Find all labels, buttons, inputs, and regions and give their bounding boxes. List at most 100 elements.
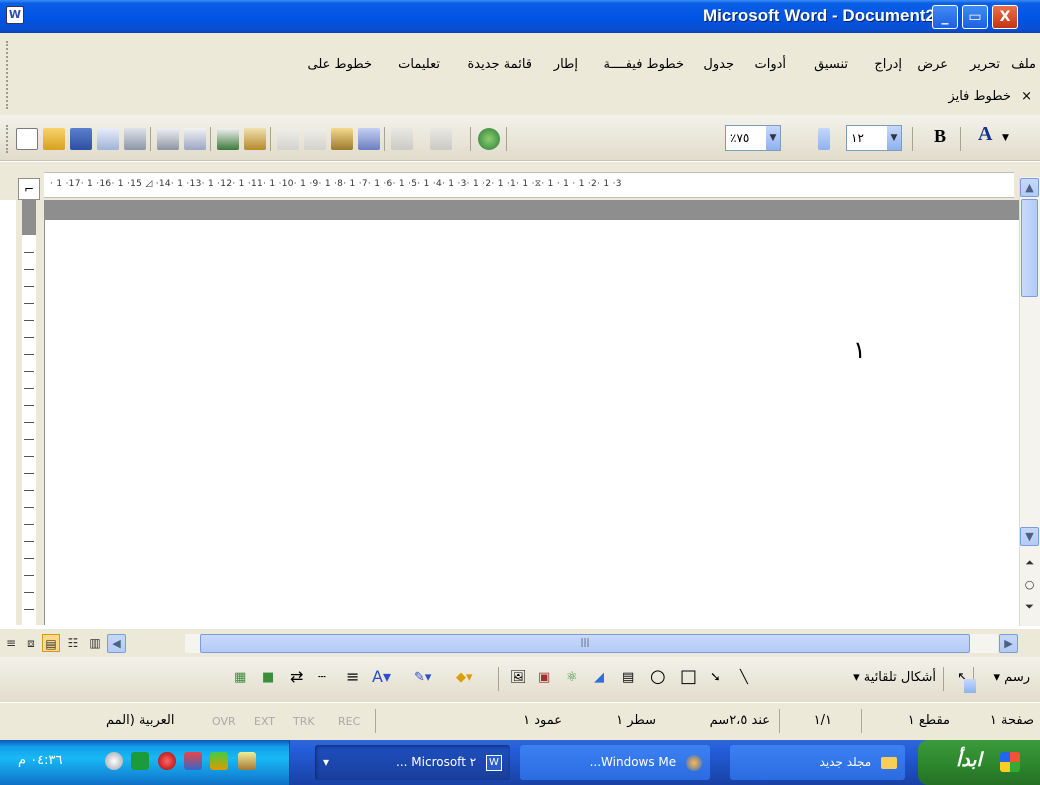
word-app-icon[interactable]: W [6,6,24,24]
fill-color-icon[interactable]: ◆▾ [456,670,473,685]
spelling-icon[interactable] [217,128,239,150]
scroll-right-icon[interactable]: ▶ [999,634,1018,653]
menu-view[interactable]: عرض [917,57,948,72]
menu-fayez-fonts[interactable]: خطوط فايز [948,89,1011,104]
shadow-style-icon[interactable]: ■ [262,670,274,685]
menu-help[interactable]: تعليمات [398,57,440,72]
email-icon[interactable] [124,128,146,150]
undo-icon[interactable] [391,128,413,150]
menu-frame[interactable]: إطار [554,57,578,72]
dash-style-icon[interactable]: ┄ [318,670,326,685]
draw-font-color-icon[interactable]: A▾ [372,667,391,686]
3d-style-icon[interactable]: ▦ [234,670,246,685]
horizontal-scroll-thumb[interactable]: ||| [200,634,970,653]
task-label: مجلد جديد [819,755,872,769]
line-style-icon[interactable]: ≡ [346,667,359,686]
clock[interactable]: ٠٤:٣٦ م [18,753,63,768]
web-layout-view-icon[interactable]: ⧈ [22,634,40,652]
rectangle-tool-icon[interactable]: □ [680,666,697,687]
save-icon[interactable] [70,128,92,150]
cut-icon[interactable] [277,128,299,150]
close-button[interactable]: X [992,5,1018,29]
task-windows-media[interactable]: ...Windows Me [520,745,710,780]
bold-button[interactable]: B [934,126,946,147]
task-new-folder[interactable]: مجلد جديد [730,745,905,780]
maximize-button[interactable]: ▭ [962,5,988,29]
line-tool-icon[interactable]: ╲ [740,670,748,685]
wordart-icon[interactable]: ◢ [594,670,604,685]
clip-art-icon[interactable]: ▣ [538,670,550,685]
new-document-icon[interactable] [16,128,38,150]
permission-icon[interactable] [97,128,119,150]
chevron-down-icon[interactable]: ▾ [323,745,329,780]
autoshapes-button[interactable]: ▾ أشكال تلقائية [853,670,936,685]
scroll-up-icon[interactable]: ▲ [1020,178,1039,197]
copy-icon[interactable] [304,128,326,150]
line-color-icon[interactable]: ✎▾ [414,670,431,685]
menu-file[interactable]: ملف [1011,57,1036,72]
chevron-down-icon[interactable]: ▼ [887,126,901,150]
arrow-style-icon[interactable]: ⇄ [290,667,303,686]
network-icon[interactable] [131,752,149,770]
status-at: عند ٢،٥سم [709,713,770,728]
task-microsoft-word[interactable]: ▾ ... Microsoft ٢ W [315,745,510,780]
print-preview-icon[interactable] [184,128,206,150]
research-icon[interactable] [244,128,266,150]
scroll-down-icon[interactable]: ▼ [1020,527,1039,546]
status-ovr[interactable]: OVR [212,715,236,728]
next-page-icon[interactable]: ⏷ [1020,598,1039,617]
text-box-icon[interactable]: ▤ [622,670,634,685]
minimize-button[interactable]: _ [932,5,958,29]
format-painter-icon[interactable] [358,128,380,150]
arrow-tool-icon[interactable]: ➘ [710,670,721,685]
tray-app-icon[interactable] [238,752,256,770]
menu-format[interactable]: تنسيق [814,57,848,72]
menu-insert[interactable]: إدراج [874,57,902,72]
print-icon[interactable] [157,128,179,150]
paste-icon[interactable] [331,128,353,150]
tab-selector[interactable]: ⌐ [18,178,40,200]
insert-picture-icon[interactable]: 🖼 [510,670,527,685]
volume-icon[interactable] [105,752,123,770]
scroll-left-icon[interactable]: ◀ [107,634,126,653]
oval-tool-icon[interactable]: ○ [650,666,666,687]
chevron-down-icon[interactable]: ▼ [766,126,780,150]
language-bar-icon[interactable] [184,752,202,770]
font-size-select[interactable]: ١٢ ▼ [846,125,902,151]
security-shield-icon[interactable] [158,752,176,770]
menu-grip[interactable] [6,41,10,109]
draw-menu-button[interactable]: ▾ رسم [994,670,1031,685]
chevron-down-icon[interactable]: ▼ [1002,133,1009,143]
open-folder-icon[interactable] [43,128,65,150]
menu-tools[interactable]: أدوات [754,57,786,72]
redo-icon[interactable] [430,128,452,150]
font-color-button[interactable]: A [978,123,992,146]
normal-view-icon[interactable]: ≡ [2,634,20,652]
select-browse-object-icon[interactable]: ○ [1020,576,1039,595]
status-rec[interactable]: REC [338,715,360,728]
task-label: ...Windows Me [589,755,677,769]
start-button[interactable]: ابدأ [918,740,1040,785]
status-ext[interactable]: EXT [254,715,275,728]
toolbar-options-icon[interactable] [964,679,976,693]
menu-ali-fonts[interactable]: خطوط على [308,57,372,72]
toolbar-options-icon[interactable] [818,128,830,150]
diagram-icon[interactable]: ⚛ [566,670,578,685]
menu-close-icon[interactable]: × [1021,89,1032,104]
print-layout-view-icon[interactable]: ▤ [42,634,60,652]
outline-view-icon[interactable]: ☷ [64,634,82,652]
vertical-scroll-thumb[interactable] [1021,199,1038,297]
horizontal-ruler[interactable]: · 1 ·17· 1 ·16· 1 ·15 ◿ ·14· 1 ·13· 1 ·1… [44,172,1014,198]
status-trk[interactable]: TRK [293,715,315,728]
safely-remove-icon[interactable] [210,752,228,770]
zoom-select[interactable]: ٪٧٥ ▼ [725,125,781,151]
previous-page-icon[interactable]: ⏶ [1020,554,1039,573]
menu-edit[interactable]: تحرير [970,57,1000,72]
reading-layout-view-icon[interactable]: ▥ [86,634,104,652]
menu-new-list[interactable]: قائمة جديدة [467,57,532,72]
menu-light-fonts[interactable]: خطوط فيفــــة [604,57,685,72]
menu-table[interactable]: جدول [703,57,734,72]
document-page[interactable] [44,220,1020,625]
toolbar-grip[interactable] [6,125,10,153]
hyperlink-icon[interactable] [478,128,500,150]
